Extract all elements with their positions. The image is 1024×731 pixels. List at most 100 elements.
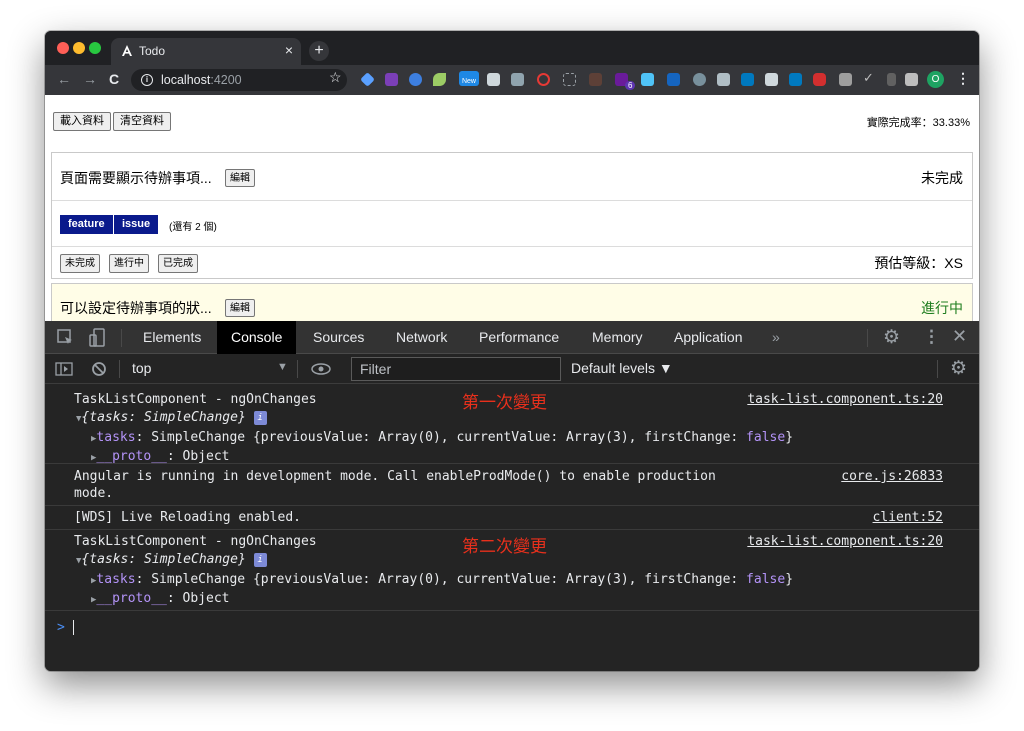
annotation-text: 第一次變更 (462, 393, 547, 413)
bookmark-star-icon[interactable]: ☆ (329, 69, 342, 86)
trello-ext-icon[interactable] (741, 73, 754, 86)
image-ext-icon[interactable] (839, 73, 852, 86)
close-window-button[interactable] (57, 42, 69, 54)
info-badge-icon: i (253, 410, 267, 425)
inspect-element-icon[interactable] (57, 329, 74, 346)
sidebar-toggle-icon[interactable] (55, 362, 73, 376)
abp-ext-icon[interactable] (813, 73, 826, 86)
new-badge-ext-icon[interactable]: New (459, 71, 479, 86)
context-dropdown-icon[interactable]: ▼ (277, 361, 288, 373)
reload-icon[interactable]: C (109, 71, 119, 87)
phone-ext-icon[interactable] (887, 73, 896, 86)
expanded-object[interactable]: ▼{tasks: SimpleChange} i (76, 552, 267, 567)
back-arrow-icon[interactable]: ← (57, 71, 71, 87)
console-filter-input[interactable]: Filter (351, 357, 561, 381)
info-badge-icon: i (253, 552, 267, 567)
source-link[interactable]: core.js:26833 (841, 469, 943, 484)
tab-close-icon[interactable]: × (285, 42, 293, 58)
minimize-window-button[interactable] (73, 42, 85, 54)
edit-button[interactable]: 編輯 (225, 299, 255, 317)
tab-sources[interactable]: Sources (313, 321, 364, 354)
task-status: 進行中 (921, 300, 963, 316)
proto-row[interactable]: ▶__proto__: Object (91, 591, 230, 606)
notes-ext-icon[interactable] (589, 73, 602, 86)
state-button-done[interactable]: 已完成 (158, 254, 198, 273)
tab-console[interactable]: Console (217, 321, 297, 354)
separator (937, 360, 938, 378)
source-link[interactable]: task-list.component.ts:20 (747, 392, 943, 407)
onenote-ext-icon[interactable] (385, 73, 398, 86)
console-message: TaskListComponent - ngOnChanges task-lis… (45, 384, 979, 464)
lock-ext-icon[interactable] (487, 73, 500, 86)
state-button-incomplete[interactable]: 未完成 (60, 254, 100, 273)
address-bar[interactable]: i localhost:4200 (131, 69, 347, 91)
url-text: localhost:4200 (161, 73, 242, 87)
chart-ext-icon[interactable] (667, 73, 680, 86)
task-title: 頁面需要顯示待辦事項... (60, 170, 212, 186)
log-title: TaskListComponent - ngOnChanges (74, 534, 317, 549)
crop-ext-icon[interactable] (563, 73, 576, 86)
new-badge-text: New (461, 78, 476, 85)
separator (867, 329, 868, 347)
task-card: 可以設定待辦事項的狀... 編輯 進行中 (51, 283, 973, 321)
task-status: 未完成 (921, 170, 963, 186)
object-property-row[interactable]: ▶tasks: SimpleChange {previousValue: Arr… (91, 572, 793, 587)
console-message: [WDS] Live Reloading enabled. client:52 (45, 506, 979, 530)
task-title: 可以設定待辦事項的狀... (60, 300, 212, 316)
state-button-in-progress[interactable]: 進行中 (109, 254, 149, 273)
puzzle-ext-icon[interactable] (641, 73, 654, 86)
log-levels-dropdown[interactable]: Default levels ▼ (571, 360, 673, 376)
edit-button[interactable]: 編輯 (225, 169, 255, 187)
more-tabs-icon[interactable]: » (772, 321, 780, 354)
new-tab-button[interactable]: + (309, 41, 329, 61)
leaf-ext-icon[interactable] (433, 73, 446, 86)
maximize-window-button[interactable] (89, 42, 101, 54)
clear-console-icon[interactable] (91, 361, 107, 377)
browser-menu-icon[interactable]: ⋮ (956, 70, 970, 87)
check-ext-icon[interactable]: ✓ (863, 71, 876, 86)
object-property-row[interactable]: ▶tasks: SimpleChange {previousValue: Arr… (91, 430, 793, 445)
forward-arrow-icon[interactable]: → (83, 71, 97, 87)
diamond-ext-icon[interactable] (360, 72, 375, 87)
count-badge: 6 (625, 81, 636, 90)
task-card: 頁面需要顯示待辦事項... 編輯 未完成 feature issue (還有 2… (51, 152, 973, 279)
tag-ext-icon[interactable] (693, 73, 706, 86)
devtools-menu-icon[interactable]: ⋮ (923, 327, 940, 347)
separator (121, 329, 122, 347)
tab-application[interactable]: Application (674, 321, 743, 354)
tab-elements[interactable]: Elements (143, 321, 201, 354)
settings-gear-icon[interactable]: ⚙ (883, 326, 900, 349)
tab-memory[interactable]: Memory (592, 321, 643, 354)
clear-data-button[interactable]: 清空資料 (113, 112, 171, 131)
console-message: Angular is running in development mode. … (45, 464, 979, 506)
mail-ext-icon[interactable] (511, 73, 524, 86)
site-info-icon[interactable]: i (141, 74, 153, 86)
more-tags-text: (還有 2 個) (169, 222, 217, 233)
profile-avatar[interactable]: O (927, 71, 944, 88)
block-ext-icon[interactable] (537, 73, 550, 86)
trello2-ext-icon[interactable] (789, 73, 802, 86)
devtools-panel: Elements Console Sources Network Perform… (45, 321, 979, 671)
load-data-button[interactable]: 載入資料 (53, 112, 111, 131)
extensions-icon[interactable] (905, 73, 918, 86)
log-text: [WDS] Live Reloading enabled. (74, 510, 301, 525)
tab-network[interactable]: Network (396, 321, 447, 354)
console-settings-gear-icon[interactable]: ⚙ (950, 357, 967, 380)
tab-performance[interactable]: Performance (479, 321, 559, 354)
proto-row[interactable]: ▶__proto__: Object (91, 449, 230, 464)
completion-rate: 實際完成率：33.33% (866, 117, 970, 129)
expanded-object[interactable]: ▼{tasks: SimpleChange} i (76, 410, 267, 425)
source-link[interactable]: task-list.component.ts:20 (747, 534, 943, 549)
close-devtools-icon[interactable]: ✕ (952, 326, 967, 347)
tab-strip: Todo × + (45, 31, 979, 65)
tag-badge: feature (60, 215, 113, 234)
board-ext-icon[interactable] (765, 73, 778, 86)
sync-ext-icon[interactable] (409, 73, 422, 86)
browser-tab-todo[interactable]: Todo × (111, 38, 301, 65)
source-link[interactable]: client:52 (873, 510, 943, 525)
context-select[interactable]: top (132, 360, 151, 376)
live-expression-eye-icon[interactable] (311, 363, 331, 375)
shield-ext-icon[interactable] (717, 73, 730, 86)
device-toggle-icon[interactable] (89, 328, 105, 347)
console-input-caret[interactable] (73, 620, 74, 635)
